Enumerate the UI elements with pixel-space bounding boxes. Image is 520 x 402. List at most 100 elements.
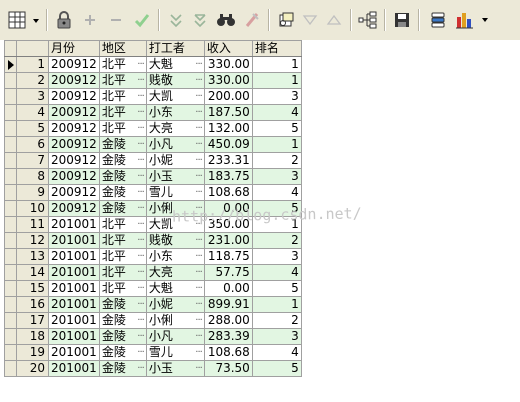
ellipsis-button[interactable]: ···: [137, 282, 144, 296]
cell-income[interactable]: 233.31: [203, 152, 253, 169]
cell-rank[interactable]: 1: [251, 296, 302, 313]
cell-worker[interactable]: 小东 ···: [145, 248, 205, 265]
cell-month[interactable]: 200912: [48, 152, 100, 169]
cell-rank[interactable]: 5: [251, 280, 302, 297]
row-indicator[interactable]: [4, 232, 17, 249]
cell-region[interactable]: 金陵 ···: [98, 152, 147, 169]
cell-region[interactable]: 北平 ···: [98, 280, 147, 297]
ellipsis-button[interactable]: ···: [137, 74, 144, 88]
ellipsis-button[interactable]: ···: [137, 234, 144, 248]
cell-region[interactable]: 金陵 ···: [98, 184, 147, 201]
cell-worker[interactable]: 大亮 ···: [145, 264, 205, 281]
table-row[interactable]: 6 200912 金陵 ··· 小凡 ··· 450.09 1: [4, 136, 302, 153]
cell-worker[interactable]: 大魁 ···: [145, 280, 205, 297]
ellipsis-button[interactable]: ···: [137, 218, 144, 232]
cell-worker[interactable]: 小玉 ···: [145, 360, 205, 377]
column-header-month[interactable]: 月份: [48, 40, 100, 57]
cell-region[interactable]: 北平 ···: [98, 104, 147, 121]
row-indicator[interactable]: [4, 152, 17, 169]
database-icon[interactable]: [426, 8, 450, 32]
cell-region[interactable]: 金陵 ···: [98, 344, 147, 361]
row-indicator[interactable]: [4, 344, 17, 361]
cell-income[interactable]: 57.75: [203, 264, 253, 281]
cell-month[interactable]: 201001: [48, 328, 100, 345]
cell-rank[interactable]: 4: [251, 184, 302, 201]
cell-region[interactable]: 北平 ···: [98, 72, 147, 89]
cell-income[interactable]: 899.91: [203, 296, 253, 313]
cell-worker[interactable]: 小东 ···: [145, 104, 205, 121]
cell-rank[interactable]: 2: [251, 232, 302, 249]
cell-income[interactable]: 288.00: [203, 312, 253, 329]
row-indicator[interactable]: [4, 88, 17, 105]
table-row[interactable]: 5 200912 北平 ··· 大亮 ··· 132.00 5: [4, 120, 302, 137]
ellipsis-button[interactable]: ···: [195, 298, 202, 312]
cell-region[interactable]: 北平 ···: [98, 232, 147, 249]
cell-region[interactable]: 金陵 ···: [98, 328, 147, 345]
row-indicator[interactable]: [4, 296, 17, 313]
cell-income[interactable]: 350.00: [203, 216, 253, 233]
table-row[interactable]: 16 201001 金陵 ··· 小妮 ··· 899.91 1: [4, 296, 302, 313]
cell-rank[interactable]: 1: [251, 72, 302, 89]
table-row[interactable]: 15 201001 北平 ··· 大魁 ··· 0.00 5: [4, 280, 302, 297]
row-indicator[interactable]: [4, 264, 17, 281]
ellipsis-button[interactable]: ···: [137, 250, 144, 264]
cell-month[interactable]: 201001: [48, 344, 100, 361]
row-indicator[interactable]: [4, 280, 17, 297]
ellipsis-button[interactable]: ···: [137, 314, 144, 328]
cell-rank[interactable]: 4: [251, 344, 302, 361]
row-indicator[interactable]: [4, 200, 17, 217]
ellipsis-button[interactable]: ···: [195, 266, 202, 280]
cell-rank[interactable]: 5: [251, 200, 302, 217]
cell-region[interactable]: 北平 ···: [98, 248, 147, 265]
cell-month[interactable]: 201001: [48, 232, 100, 249]
row-indicator[interactable]: [4, 136, 17, 153]
ellipsis-button[interactable]: ···: [195, 122, 202, 136]
row-indicator[interactable]: [4, 328, 17, 345]
cell-region[interactable]: 北平 ···: [98, 216, 147, 233]
cell-rank[interactable]: 5: [251, 360, 302, 377]
column-header-rank[interactable]: 排名: [251, 40, 302, 57]
cell-income[interactable]: 283.39: [203, 328, 253, 345]
ellipsis-button[interactable]: ···: [195, 202, 202, 216]
ellipsis-button[interactable]: ···: [137, 90, 144, 104]
row-indicator[interactable]: [4, 248, 17, 265]
ellipsis-button[interactable]: ···: [137, 122, 144, 136]
ellipsis-button[interactable]: ···: [195, 314, 202, 328]
ellipsis-button[interactable]: ···: [195, 250, 202, 264]
ellipsis-button[interactable]: ···: [195, 138, 202, 152]
cell-month[interactable]: 200912: [48, 184, 100, 201]
filter-down-icon[interactable]: [298, 8, 322, 32]
ellipsis-button[interactable]: ···: [137, 58, 144, 72]
table-row[interactable]: 11 201001 北平 ··· 大凯 ··· 350.00 1: [4, 216, 302, 233]
cell-month[interactable]: 200912: [48, 56, 100, 73]
table-row[interactable]: 12 201001 北平 ··· 贱敬 ··· 231.00 2: [4, 232, 302, 249]
cell-region[interactable]: 北平 ···: [98, 56, 147, 73]
cell-income[interactable]: 108.68: [203, 344, 253, 361]
ellipsis-button[interactable]: ···: [195, 330, 202, 344]
ellipsis-button[interactable]: ···: [195, 74, 202, 88]
tree-icon[interactable]: [356, 8, 380, 32]
ellipsis-button[interactable]: ···: [195, 234, 202, 248]
table-row[interactable]: 14 201001 北平 ··· 大亮 ··· 57.75 4: [4, 264, 302, 281]
cell-month[interactable]: 201001: [48, 216, 100, 233]
cell-rank[interactable]: 4: [251, 104, 302, 121]
table-row[interactable]: 10 200912 金陵 ··· 小俐 ··· 0.00 5: [4, 200, 302, 217]
cell-rank[interactable]: 3: [251, 168, 302, 185]
cell-month[interactable]: 200912: [48, 168, 100, 185]
ellipsis-button[interactable]: ···: [137, 298, 144, 312]
clear-icon[interactable]: [240, 8, 264, 32]
cell-region[interactable]: 金陵 ···: [98, 360, 147, 377]
cell-month[interactable]: 200912: [48, 200, 100, 217]
ellipsis-button[interactable]: ···: [195, 106, 202, 120]
cell-month[interactable]: 201001: [48, 264, 100, 281]
ellipsis-button[interactable]: ···: [137, 266, 144, 280]
table-row[interactable]: 8 200912 金陵 ··· 小玉 ··· 183.75 3: [4, 168, 302, 185]
save-icon[interactable]: [390, 8, 414, 32]
cell-income[interactable]: 0.00: [203, 200, 253, 217]
cell-rank[interactable]: 5: [251, 120, 302, 137]
cell-income[interactable]: 132.00: [203, 120, 253, 137]
cell-rank[interactable]: 3: [251, 248, 302, 265]
column-header-region[interactable]: 地区: [98, 40, 147, 57]
table-row[interactable]: 4 200912 北平 ··· 小东 ··· 187.50 4: [4, 104, 302, 121]
remove-icon[interactable]: [104, 8, 128, 32]
